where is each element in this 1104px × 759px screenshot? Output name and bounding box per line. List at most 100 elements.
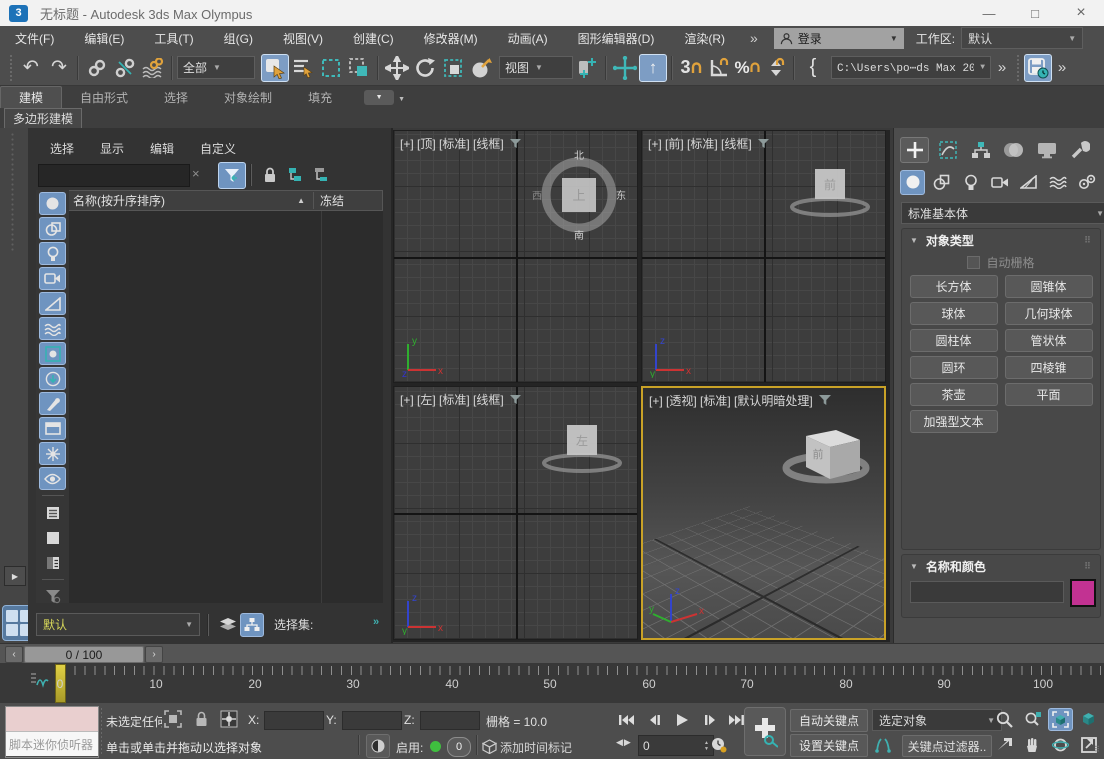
window-crossing-toggle-button[interactable] (345, 54, 373, 82)
category-geometry[interactable] (900, 170, 925, 195)
cylinder-button[interactable]: 圆柱体 (910, 329, 998, 352)
menu-edit[interactable]: 编辑(E) (69, 26, 139, 50)
keyboard-shortcut-override-toggle[interactable]: ↑ (639, 54, 667, 82)
toolbar-drag-grip[interactable] (9, 54, 14, 82)
tab-utilities[interactable] (1065, 137, 1094, 163)
zoom-extents-button[interactable] (1048, 708, 1073, 731)
menu-views[interactable]: 视图(V) (268, 26, 338, 50)
bind-to-space-warp-button[interactable] (139, 54, 167, 82)
zoom-extents-all-button[interactable] (1076, 708, 1101, 731)
category-cameras[interactable] (987, 170, 1012, 195)
adaptive-degradation-toggle[interactable] (366, 734, 390, 758)
menu-group[interactable]: 组(G) (209, 26, 268, 50)
teapot-button[interactable]: 茶壶 (910, 383, 998, 406)
category-systems[interactable] (1074, 170, 1099, 195)
primitive-category-dropdown[interactable]: 标准基本体 ▼ (901, 202, 1104, 224)
object-color-swatch[interactable] (1070, 579, 1096, 607)
tab-display[interactable] (1032, 137, 1061, 163)
previous-frame-button[interactable]: ‹ (5, 646, 23, 663)
viewcube[interactable]: 前 (778, 406, 874, 492)
display-helpers-toggle[interactable] (39, 292, 66, 315)
filter-combinations-button[interactable] (39, 585, 66, 608)
category-space-warps[interactable] (1045, 170, 1070, 195)
display-lights-toggle[interactable] (39, 242, 66, 265)
viewport-top-label[interactable]: [+] [顶] [标准] [线框] (400, 135, 504, 152)
select-and-scale-button[interactable] (439, 54, 467, 82)
select-all-button[interactable] (39, 501, 66, 524)
category-shapes[interactable] (929, 170, 954, 195)
time-slider-handle[interactable]: 0 / 100 (24, 646, 144, 663)
orbit-button[interactable] (1048, 733, 1073, 756)
viewport-front-label[interactable]: [+] [前] [标准] [线框] (648, 135, 752, 152)
ribbon-tab-modeling[interactable]: 建模 (0, 86, 62, 108)
select-and-rotate-button[interactable] (411, 54, 439, 82)
key-mode-toggle[interactable]: ◀▶ (616, 737, 632, 748)
ribbon-minimize-button[interactable]: ▼ (364, 90, 394, 105)
rectangular-selection-region-button[interactable] (317, 54, 345, 82)
plane-button[interactable]: 平面 (1005, 383, 1093, 406)
chevron-down-icon[interactable]: ▼ (398, 96, 405, 103)
object-name-input[interactable] (910, 581, 1064, 603)
select-by-name-button[interactable] (289, 54, 317, 82)
display-containers-toggle[interactable] (39, 417, 66, 440)
ribbon-tab-selection[interactable]: 选择 (146, 87, 206, 108)
x-coordinate-field[interactable] (264, 711, 324, 730)
selection-lock-toggle[interactable] (190, 708, 212, 730)
menu-file[interactable]: 文件(F) (0, 26, 69, 50)
pan-view-button[interactable] (1020, 733, 1045, 756)
zero-notifications-button[interactable]: 0 (447, 737, 471, 757)
autogrid-checkbox[interactable] (967, 256, 980, 269)
project-folder-dropdown[interactable]: C:\Users\po⋯ds Max 2024 ▼ (831, 56, 991, 79)
viewport-left-label[interactable]: [+] [左] [标准] [线框] (400, 391, 504, 408)
next-frame-button[interactable]: › (145, 646, 163, 663)
viewcube[interactable]: 前 (785, 149, 875, 229)
expand-all-button[interactable] (284, 163, 308, 187)
per-view-filter-icon[interactable] (510, 395, 521, 405)
set-keys-button[interactable] (744, 707, 786, 756)
add-time-tag[interactable]: 添加时间标记 (500, 739, 572, 756)
tab-create[interactable] (900, 137, 929, 163)
selection-filter-dropdown[interactable]: 全部 ▼ (177, 56, 255, 79)
viewport-left[interactable]: [+] [左] [标准] [线框] 左 z x y (393, 386, 638, 640)
lock-explorer-button[interactable] (258, 163, 282, 187)
per-view-filter-icon[interactable] (819, 395, 831, 406)
unlink-selection-button[interactable] (111, 54, 139, 82)
named-selection-sets-button[interactable]: { (799, 54, 827, 82)
percent-snap-toggle-button[interactable]: % (733, 54, 761, 82)
select-and-link-button[interactable] (83, 54, 111, 82)
display-hidden-toggle[interactable] (39, 467, 66, 490)
torus-button[interactable]: 圆环 (910, 356, 998, 379)
display-shapes-toggle[interactable] (39, 217, 66, 240)
collapse-all-button[interactable] (310, 163, 334, 187)
display-cameras-toggle[interactable] (39, 267, 66, 290)
viewport-front[interactable]: [+] [前] [标准] [线框] 前 z x y (641, 130, 886, 383)
display-particles-toggle[interactable] (39, 442, 66, 465)
next-frame-button[interactable] (698, 709, 722, 730)
toolbar-overflow-chevron[interactable]: » (991, 54, 1013, 82)
dock-expand-button[interactable]: ▶ (4, 566, 26, 586)
maxscript-mini-listener[interactable]: 脚本迷你侦听器 (5, 706, 99, 758)
autobackup-button[interactable] (1024, 54, 1052, 82)
sign-in-dropdown[interactable]: 登录 ▼ (774, 28, 904, 49)
selected-filter-dropdown[interactable]: 选定对象 ▼ (872, 709, 1002, 731)
pyramid-button[interactable]: 四棱锥 (1005, 356, 1093, 379)
play-button[interactable] (668, 709, 696, 730)
category-lights[interactable] (958, 170, 983, 195)
menu-animation[interactable]: 动画(A) (493, 26, 563, 50)
ribbon-tab-object-paint[interactable]: 对象绘制 (206, 87, 290, 108)
time-configuration-button[interactable] (708, 734, 730, 756)
display-bones-toggle[interactable] (39, 392, 66, 415)
per-view-filter-icon[interactable] (758, 139, 769, 149)
snaps-toggle-3d-button[interactable]: 3 (677, 54, 705, 82)
current-frame-field[interactable]: 0 ▲▼ (638, 735, 714, 756)
key-filters-button[interactable]: 关键点过滤器.. (902, 735, 992, 757)
explorer-menu-customize[interactable]: 自定义 (200, 140, 236, 157)
category-helpers[interactable] (1016, 170, 1041, 195)
go-to-start-button[interactable] (614, 709, 638, 730)
undo-button[interactable]: ↶ (17, 54, 45, 82)
explorer-filter-button[interactable] (218, 162, 246, 189)
per-view-filter-icon[interactable] (510, 139, 521, 149)
tab-modify[interactable] (933, 137, 962, 163)
key-filters-icon-button[interactable] (872, 734, 894, 756)
reference-coordinate-system-dropdown[interactable]: 视图 ▼ (499, 56, 573, 79)
